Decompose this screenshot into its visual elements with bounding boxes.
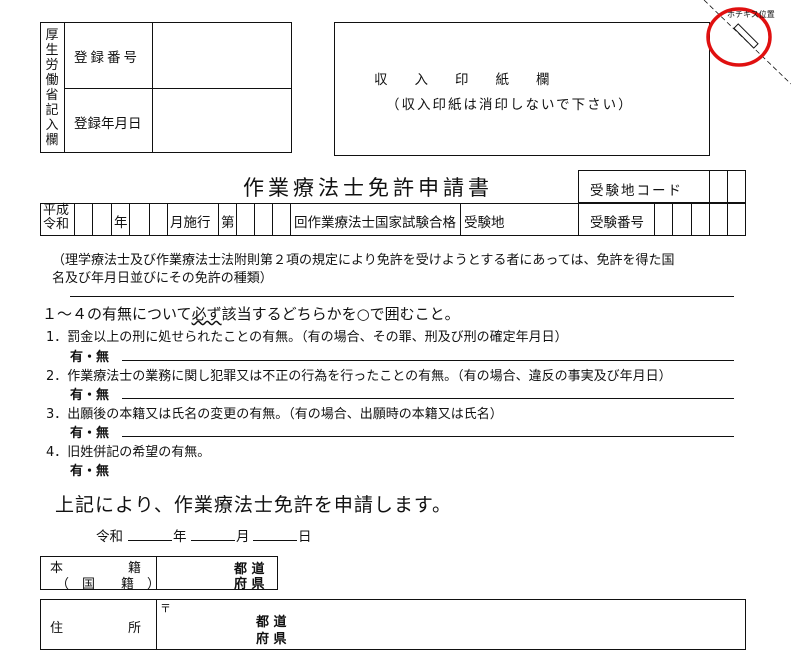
questions-heading: １～４の有無について必ず該当するどちらかを○で囲むこと。: [42, 303, 460, 324]
registration-number-field[interactable]: [153, 23, 291, 87]
address-label: 住 所: [50, 621, 142, 636]
date-month-label: 月: [236, 529, 250, 545]
note-line-1: （理学療法士及び作業療法士法附則第２項の規定により免許を受けようとする者にあって…: [52, 253, 675, 268]
question-1: 1．罰金以上の刑に処せられたことの有無。（有の場合、その罪、刑及び刑の確定年月日…: [46, 330, 568, 345]
office-use-label: 厚生労働省記入欄: [45, 28, 59, 148]
revenue-stamp-note: （収入印紙は消印しないで下さい）: [386, 97, 634, 113]
address-prefecture-bottom: 府 県: [256, 632, 287, 647]
staple-position-label: ホチキス位置: [727, 10, 775, 19]
question-2: 2．作業療法士の業務に関し犯罪又は不正の行為を行ったことの有無。（有の場合、違反…: [46, 369, 672, 384]
exam-site-code-digit-2[interactable]: [728, 171, 745, 202]
date-year-field[interactable]: [128, 540, 172, 541]
revenue-stamp-title: 収 入 印 紙 欄: [374, 72, 550, 88]
exam-site-field[interactable]: [518, 204, 577, 235]
honseki-prefecture-bottom: 府 県: [234, 577, 265, 592]
date-month-field[interactable]: [191, 540, 235, 541]
form-title: 作業療法士免許申請書: [243, 176, 493, 200]
era-reiwa-label: 令和: [43, 217, 70, 232]
exam-year-label: 年: [114, 215, 128, 231]
question-3: 3．出願後の本籍又は氏名の変更の有無。（有の場合、出願時の本籍又は氏名）: [46, 407, 503, 422]
application-statement: 上記により、作業療法士免許を申請します。: [55, 494, 452, 516]
exam-number-label: 受験番号: [590, 215, 644, 231]
date-era-label: 令和: [96, 529, 123, 545]
exam-pass-label: 回作業療法士国家試験合格: [294, 215, 456, 231]
exam-site-label: 受験地: [464, 215, 505, 231]
question-4-answer[interactable]: 有・無: [70, 460, 109, 479]
date-year-label: 年: [173, 529, 187, 545]
question-2-answer[interactable]: 有・無: [70, 384, 109, 403]
exam-site-code-digit-1[interactable]: [710, 171, 727, 202]
registration-number-label: 登録番号: [74, 50, 140, 66]
kokuseki-label: （ 国 籍 ）: [56, 577, 161, 592]
questions-heading-suffix: 該当するどちらかを○で囲むこと。: [221, 305, 460, 323]
note-line-2: 名及び年月日並びにその免許の種類）: [52, 271, 273, 286]
date-day-field[interactable]: [253, 540, 297, 541]
address-field[interactable]: [300, 600, 744, 648]
exam-session-prefix: 第: [221, 215, 235, 231]
registration-date-field[interactable]: [153, 89, 291, 152]
questions-heading-prefix: １～４の有無について: [42, 305, 192, 323]
honseki-field[interactable]: [157, 557, 232, 589]
era-heisei-label: 平成: [43, 203, 70, 218]
exam-month-label: 月施行: [170, 215, 211, 231]
question-1-answer[interactable]: 有・無: [70, 346, 109, 365]
date-day-label: 日: [298, 529, 312, 545]
question-3-answer[interactable]: 有・無: [70, 422, 109, 441]
question-4: 4．旧姓併記の希望の有無。: [46, 445, 211, 460]
exam-site-code-label: 受験地コード: [590, 183, 683, 199]
postal-mark: 〒: [160, 602, 171, 615]
revenue-stamp-box: [334, 22, 710, 156]
questions-heading-emphasis: 必ず: [191, 305, 222, 323]
registration-date-label: 登録年月日: [74, 116, 142, 132]
